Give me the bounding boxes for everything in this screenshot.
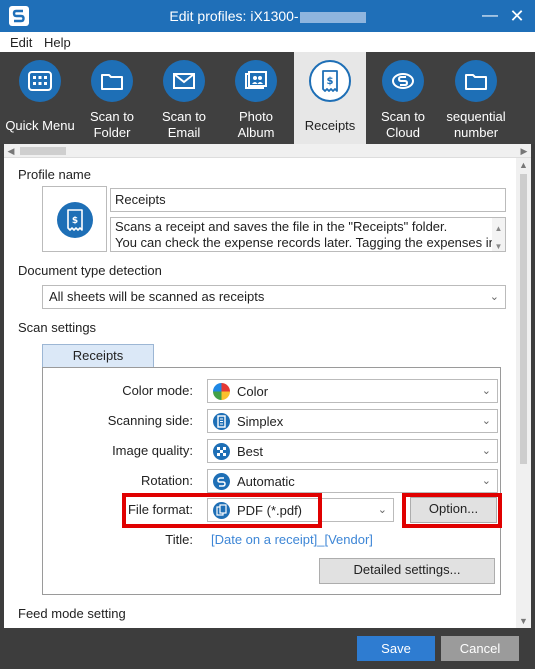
color-mode-select[interactable]: Color ⌄ — [207, 379, 498, 403]
folder-icon — [101, 74, 123, 90]
tool-scan-to-email[interactable]: Scan to Email — [148, 52, 220, 144]
scan-settings-panel: Color mode: Color ⌄ Scanning side: Simpl… — [42, 367, 501, 595]
scan-settings-label: Scan settings — [18, 320, 97, 335]
toolbar-horizontal-scrollbar[interactable]: ◀ ▶ — [4, 144, 531, 158]
profile-icon-button[interactable]: $ — [42, 186, 107, 252]
photo-album-icon — [245, 71, 267, 89]
profile-name-label: Profile name — [18, 167, 91, 182]
color-mode-label: Color mode: — [122, 383, 193, 398]
grid-icon — [28, 71, 52, 91]
scrollbar-thumb[interactable] — [520, 174, 527, 464]
save-button[interactable]: Save — [357, 636, 435, 661]
description-scrollbar[interactable]: ▲ ▼ — [492, 218, 505, 251]
chevron-down-icon: ⌄ — [481, 445, 491, 457]
tool-scan-to-cloud[interactable]: Scan to Cloud — [367, 52, 439, 144]
chevron-down-icon: ⌄ — [481, 385, 491, 397]
menu-bar: Edit Help — [0, 32, 535, 52]
menu-help[interactable]: Help — [44, 35, 71, 50]
image-quality-select[interactable]: Best ⌄ — [207, 439, 498, 463]
close-button[interactable]: ✕ — [506, 6, 528, 26]
document-type-detection-label: Document type detection — [18, 263, 162, 278]
tab-receipts[interactable]: Receipts — [42, 344, 154, 368]
window-title: Edit profiles: iX1300- — [0, 8, 535, 24]
profile-name-input[interactable]: Receipts — [110, 188, 506, 212]
scroll-right-arrow-icon[interactable]: ▶ — [517, 144, 531, 158]
checker-quality-icon — [213, 443, 230, 460]
svg-text:$: $ — [72, 216, 78, 226]
scanning-side-select[interactable]: Simplex ⌄ — [207, 409, 498, 433]
image-quality-label: Image quality: — [112, 443, 193, 458]
tool-scan-to-folder[interactable]: Scan to Folder — [76, 52, 148, 144]
envelope-icon — [173, 73, 195, 89]
title-value-link[interactable]: [Date on a receipt]_[Vendor] — [211, 532, 373, 547]
chevron-down-icon: ⌄ — [489, 291, 499, 303]
cloud-icon — [392, 73, 414, 89]
detailed-settings-button[interactable]: Detailed settings... — [319, 558, 495, 584]
menu-edit[interactable]: Edit — [10, 35, 32, 50]
feed-mode-setting-label: Feed mode setting — [18, 606, 126, 621]
rotation-label: Rotation: — [140, 473, 193, 488]
minimize-button[interactable]: — — [479, 6, 501, 26]
folder-icon — [465, 74, 487, 90]
chevron-down-icon: ⌄ — [481, 415, 491, 427]
settings-content: Profile name $ Receipts Scans a receipt … — [4, 158, 516, 628]
color-wheel-icon — [213, 383, 230, 400]
document-type-select[interactable]: All sheets will be scanned as receipts ⌄ — [42, 285, 506, 309]
dialog-footer: Save Cancel — [0, 628, 535, 669]
scroll-up-arrow-icon: ▲ — [494, 224, 503, 233]
profile-toolbar: Quick Menu Scan to Folder Scan to Email Ph… — [0, 52, 535, 144]
scroll-left-arrow-icon[interactable]: ◀ — [4, 144, 18, 158]
scanning-side-label: Scanning side: — [107, 413, 193, 428]
chevron-down-icon: ⌄ — [481, 475, 491, 487]
tool-sequential-number[interactable]: sequential number — [440, 52, 512, 144]
content-vertical-scrollbar[interactable]: ▲ ▼ — [516, 158, 531, 628]
tool-receipts[interactable]: $ Receipts — [294, 52, 366, 144]
svg-text:$: $ — [327, 76, 334, 87]
profile-description-textarea[interactable]: Scans a receipt and saves the file in th… — [110, 217, 506, 252]
title-bar: Edit profiles: iX1300- — ✕ — [0, 0, 535, 32]
simplex-page-icon — [213, 413, 230, 430]
tool-quick-menu[interactable]: Quick Menu — [4, 52, 76, 144]
scroll-down-arrow-icon: ▼ — [494, 242, 503, 251]
file-format-highlight — [122, 493, 322, 528]
tool-photo-album[interactable]: Photo Album — [220, 52, 292, 144]
chevron-down-icon: ⌄ — [377, 504, 387, 516]
receipt-icon: $ — [57, 202, 93, 238]
rotation-select[interactable]: Automatic ⌄ — [207, 469, 498, 493]
scroll-down-arrow-icon[interactable]: ▼ — [516, 614, 531, 628]
scroll-up-arrow-icon[interactable]: ▲ — [516, 158, 531, 172]
cancel-button[interactable]: Cancel — [441, 636, 519, 661]
title-label: Title: — [165, 532, 193, 547]
receipt-icon: $ — [322, 70, 338, 92]
scrollbar-thumb[interactable] — [20, 147, 66, 155]
option-button-highlight — [402, 493, 502, 528]
auto-rotate-icon — [213, 473, 230, 490]
